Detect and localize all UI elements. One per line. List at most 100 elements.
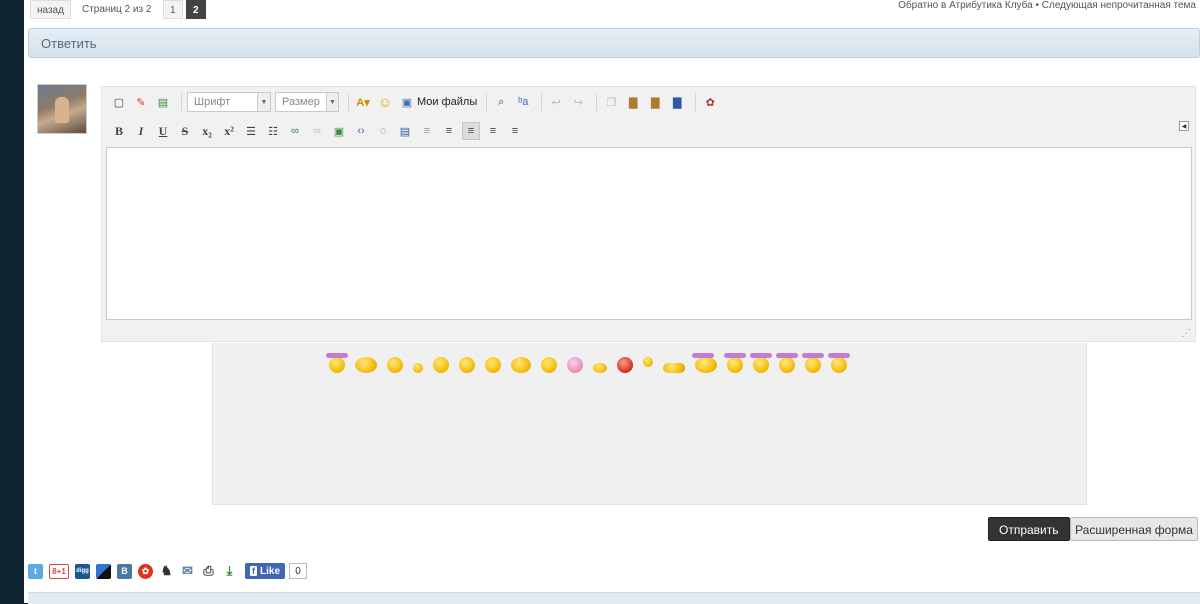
collapse-toolbar-icon[interactable]: ◀ — [1179, 121, 1189, 131]
size-select-label: Размер — [282, 96, 320, 108]
separator — [541, 93, 543, 111]
redo-icon[interactable]: ↪ — [569, 93, 587, 111]
back-to-forum-link[interactable]: Обратно в Атрибутика Клуба — [898, 0, 1033, 11]
bold-icon[interactable]: B — [110, 122, 128, 140]
smiley-icon[interactable] — [511, 357, 531, 373]
smiley-icon[interactable] — [541, 357, 557, 373]
print-icon[interactable]: ⎙ — [201, 563, 216, 579]
smiley-icon[interactable] — [593, 363, 607, 373]
resize-handle-icon[interactable]: ⋰ — [1181, 328, 1191, 339]
digg-icon[interactable]: digg — [75, 563, 90, 579]
smiley-icon[interactable] — [387, 357, 403, 373]
message-textarea[interactable] — [106, 147, 1192, 320]
font-select[interactable]: Шрифт ▼ — [187, 92, 271, 112]
toolbar-row-1: ▢ ✎ ▤ Шрифт ▼ Размер ▼ A▾ ☺ ▣ Мои файлы ⌕ … — [110, 92, 723, 112]
bulleted-list-icon[interactable]: ☰ — [242, 122, 260, 140]
google-plus-icon[interactable]: 8+1 — [49, 563, 69, 579]
spellcheck-icon[interactable]: ✿ — [701, 93, 719, 111]
separator — [348, 93, 349, 111]
smiley-icon[interactable] — [459, 357, 475, 373]
replace-icon[interactable]: ᵇa — [514, 93, 532, 111]
align-center-icon[interactable]: ≡ — [462, 122, 480, 140]
smiley-icon[interactable] — [413, 363, 423, 373]
smiley-icon[interactable] — [326, 353, 348, 373]
smiley-icon[interactable] — [567, 357, 583, 373]
reply-header: Ответить — [28, 28, 1200, 58]
smiley-icon[interactable] — [643, 357, 653, 367]
paste-word-icon[interactable]: ▇ — [668, 93, 686, 111]
back-link[interactable]: назад — [30, 0, 71, 19]
page-link-current: 2 — [186, 0, 206, 19]
send-button[interactable]: Отправить — [988, 517, 1070, 541]
align-left-icon[interactable]: ≡ — [418, 122, 436, 140]
font-select-label: Шрифт — [194, 96, 231, 108]
smiley-icon[interactable] — [485, 357, 501, 373]
undo-icon[interactable]: ↩ — [547, 93, 565, 111]
my-files-label[interactable]: Мои файлы — [417, 93, 477, 111]
eraser-icon[interactable]: ✎ — [132, 93, 150, 111]
page-link-1[interactable]: 1 — [163, 0, 183, 19]
smiley-icon[interactable] — [802, 353, 824, 373]
paste-icon[interactable]: ▇ — [624, 93, 642, 111]
separator: • — [1035, 0, 1039, 11]
extended-form-button[interactable]: Расширенная форма — [1070, 517, 1198, 541]
paste-text-icon[interactable]: ▇ — [646, 93, 664, 111]
smiley-panel — [212, 343, 1087, 505]
link-icon[interactable]: ∞ — [286, 122, 304, 140]
share-bar: t 8+1 digg B ✿ ♞ ✉ ⎙ ⤓ f Like 0 — [28, 562, 308, 580]
smiley-icon[interactable]: ☺ — [376, 93, 394, 111]
chevron-down-icon: ▼ — [325, 93, 338, 111]
smiley-icon[interactable] — [692, 353, 717, 373]
quote-icon[interactable]: ◌ — [374, 122, 392, 140]
smiley-icon[interactable] — [724, 353, 746, 373]
align-right-alt-icon[interactable]: ≡ — [506, 122, 524, 140]
pages-count-text: Страниц 2 из 2 — [82, 4, 152, 15]
strikethrough-icon[interactable]: S — [176, 122, 194, 140]
smiley-icon[interactable] — [617, 357, 633, 373]
underline-icon[interactable]: U — [154, 122, 172, 140]
twitter-icon[interactable]: t — [28, 563, 43, 579]
separator — [596, 93, 598, 111]
toolbar-row-2: B I U S x₂ x² ☰ ☷ ∞ ∞ ▣ ‹› ◌ ▤ ≡ ≡ ≡ ≡ ≡ — [110, 121, 528, 141]
numbered-list-icon[interactable]: ☷ — [264, 122, 282, 140]
align-justify-icon[interactable]: ≡ — [440, 122, 458, 140]
download-icon[interactable]: ⤓ — [222, 563, 237, 579]
editor: ▢ ✎ ▤ Шрифт ▼ Размер ▼ A▾ ☺ ▣ Мои файлы ⌕ … — [101, 86, 1196, 342]
smiley-icon[interactable] — [355, 357, 377, 373]
odnoklassniki-icon[interactable]: ✿ — [138, 563, 153, 579]
subscript-icon[interactable]: x₂ — [198, 122, 216, 140]
pagination-bar: назад Страниц 2 из 2 1 2 Обратно в Атриб… — [24, 0, 1200, 20]
bottom-section-header — [28, 592, 1200, 604]
facebook-like-button[interactable]: f Like — [245, 563, 286, 579]
top-links: Обратно в Атрибутика Клуба • Следующая н… — [898, 0, 1196, 12]
delicious-icon[interactable] — [96, 563, 111, 579]
my-files-icon[interactable]: ▣ — [398, 93, 416, 111]
align-right-icon[interactable]: ≡ — [484, 122, 502, 140]
smiley-icon[interactable] — [433, 357, 449, 373]
separator — [486, 93, 488, 111]
next-unread-link[interactable]: Следующая непрочитанная тема — [1042, 0, 1196, 11]
reply-title: Ответить — [41, 36, 97, 51]
smiley-icon[interactable] — [828, 353, 850, 373]
size-select[interactable]: Размер ▼ — [275, 92, 339, 112]
copy-icon[interactable]: ❐ — [602, 93, 620, 111]
unlink-icon[interactable]: ∞ — [308, 122, 326, 140]
smiley-icon[interactable] — [663, 363, 685, 373]
smiley-icon[interactable] — [776, 353, 798, 373]
special-block-icon[interactable]: ▤ — [396, 122, 414, 140]
remove-format-icon[interactable]: ▤ — [154, 93, 172, 111]
find-icon[interactable]: ⌕ — [492, 93, 510, 111]
facebook-icon: f — [250, 566, 257, 576]
image-icon[interactable]: ▣ — [330, 122, 348, 140]
vkontakte-icon[interactable]: B — [117, 563, 132, 579]
italic-icon[interactable]: I — [132, 122, 150, 140]
source-icon[interactable]: ▢ — [110, 93, 128, 111]
email-icon[interactable]: ✉ — [180, 563, 195, 579]
text-color-icon[interactable]: A▾ — [354, 93, 372, 111]
smiley-list — [326, 353, 857, 373]
code-icon[interactable]: ‹› — [352, 122, 370, 140]
moi-mir-icon[interactable]: ♞ — [159, 563, 174, 579]
superscript-icon[interactable]: x² — [220, 122, 238, 140]
facebook-like-label: Like — [260, 565, 281, 577]
smiley-icon[interactable] — [750, 353, 772, 373]
